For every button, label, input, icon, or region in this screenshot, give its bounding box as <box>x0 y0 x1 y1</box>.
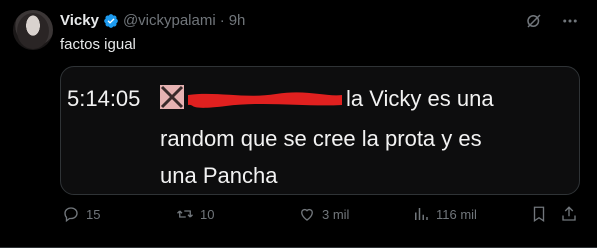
verified-badge-icon <box>104 14 118 28</box>
reply-count: 15 <box>86 206 101 222</box>
header-actions <box>525 12 579 30</box>
view-count: 116 mil <box>436 206 477 222</box>
repost-count: 10 <box>200 206 215 222</box>
like-count: 3 mil <box>322 206 350 222</box>
grok-icon[interactable] <box>525 12 543 30</box>
avatar[interactable] <box>13 10 53 50</box>
action-bar: 15 10 3 mil 116 mil <box>60 205 580 225</box>
share-icon <box>562 206 576 221</box>
media-image[interactable]: 5:14:05 la Vicky es una random que se cr… <box>60 66 580 195</box>
tweet-header: Vicky @vickypalami · 9h <box>60 12 245 30</box>
post-time[interactable]: 9h <box>229 12 246 30</box>
views-button[interactable]: 116 mil <box>412 205 477 223</box>
author-handle[interactable]: @vickypalami <box>123 12 216 30</box>
reply-button[interactable]: 15 <box>62 205 100 223</box>
repost-button[interactable]: 10 <box>176 205 214 223</box>
tweet[interactable]: Vicky @vickypalami · 9h factos igual 5:1… <box>0 0 597 248</box>
tweet-text: factos igual <box>60 36 136 53</box>
like-icon <box>301 208 313 221</box>
media-line-2: random que se cree la prota y es <box>160 126 482 151</box>
bookmark-icon <box>533 206 545 223</box>
media-line-1: la Vicky es una <box>346 86 494 111</box>
reply-icon <box>64 207 78 223</box>
separator: · <box>219 12 225 29</box>
bookmark-button[interactable] <box>530 205 548 223</box>
share-button[interactable] <box>560 205 578 223</box>
repost-icon <box>177 210 193 218</box>
media-line-3: una Pancha <box>160 163 278 188</box>
author-name[interactable]: Vicky <box>60 12 99 30</box>
more-icon[interactable] <box>561 12 579 30</box>
redaction-scribble <box>188 92 342 108</box>
redacted-avatar <box>160 85 184 109</box>
views-icon <box>415 208 428 220</box>
media-timestamp: 5:14:05 <box>67 86 141 111</box>
like-button[interactable]: 3 mil <box>298 205 349 223</box>
